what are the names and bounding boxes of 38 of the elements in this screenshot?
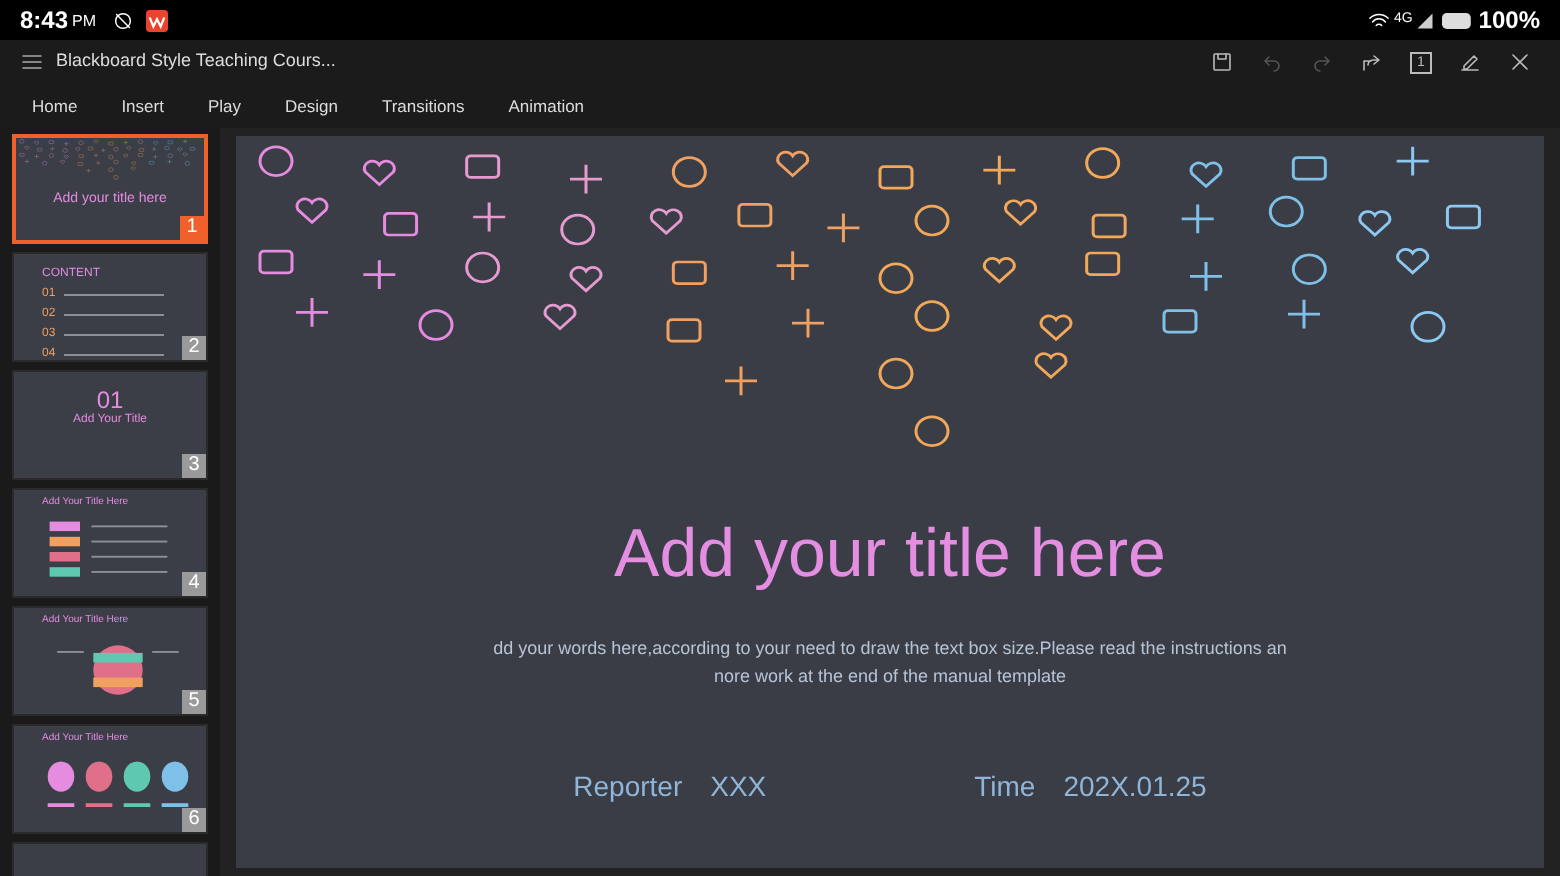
thumbnail-number: 01: [96, 388, 124, 412]
time-value: 202X.01.25: [1063, 768, 1207, 806]
clock-period: PM: [72, 10, 97, 34]
slide-title: Add your title here: [614, 514, 1166, 596]
thumbnail-line: [63, 334, 164, 336]
battery-level: 100%: [1478, 4, 1540, 38]
menu-tab[interactable]: Home: [32, 93, 78, 119]
slide-number: 1: [180, 216, 204, 240]
slide-number: 6: [182, 808, 206, 832]
reporter-label: Reporter: [573, 768, 683, 806]
menu-tab[interactable]: Design: [285, 93, 338, 119]
close-icon[interactable]: [1508, 50, 1532, 74]
slide-text: dd your words here,according to your need to draw the text box size.Please read the instructions an: [493, 636, 1287, 662]
signal-icon: [1416, 11, 1435, 29]
pencil-icon[interactable]: [1458, 50, 1482, 74]
app-icon: [146, 9, 169, 31]
slide-text: nore work at the end of the manual template: [713, 664, 1067, 690]
document-title: Blackboard Style Teaching Cours...: [56, 48, 336, 75]
menu-tab[interactable]: Animation: [508, 93, 585, 119]
slide-number: 5: [182, 690, 206, 714]
slide-number: 3: [182, 454, 206, 478]
slide-number: 4: [182, 572, 206, 596]
battery-icon: [1442, 11, 1475, 29]
clock: 8:43: [20, 4, 69, 38]
thumbnail-line: [63, 294, 164, 296]
share-icon[interactable]: [1360, 50, 1384, 74]
time-label: Time: [974, 768, 1036, 806]
wifi-icon: [1367, 9, 1390, 31]
save-icon[interactable]: [1210, 50, 1234, 74]
slide-number: 2: [182, 336, 206, 360]
thumbnail-line: [63, 314, 164, 316]
thumbnail-line: [63, 354, 164, 356]
menu-tab[interactable]: Transitions: [381, 93, 465, 119]
menu-tab[interactable]: Play: [207, 93, 241, 119]
menu-icon[interactable]: [20, 50, 44, 74]
sync-icon: [112, 9, 135, 31]
menu-tab[interactable]: Insert: [121, 93, 164, 119]
reporter-value: XXX: [710, 768, 767, 806]
